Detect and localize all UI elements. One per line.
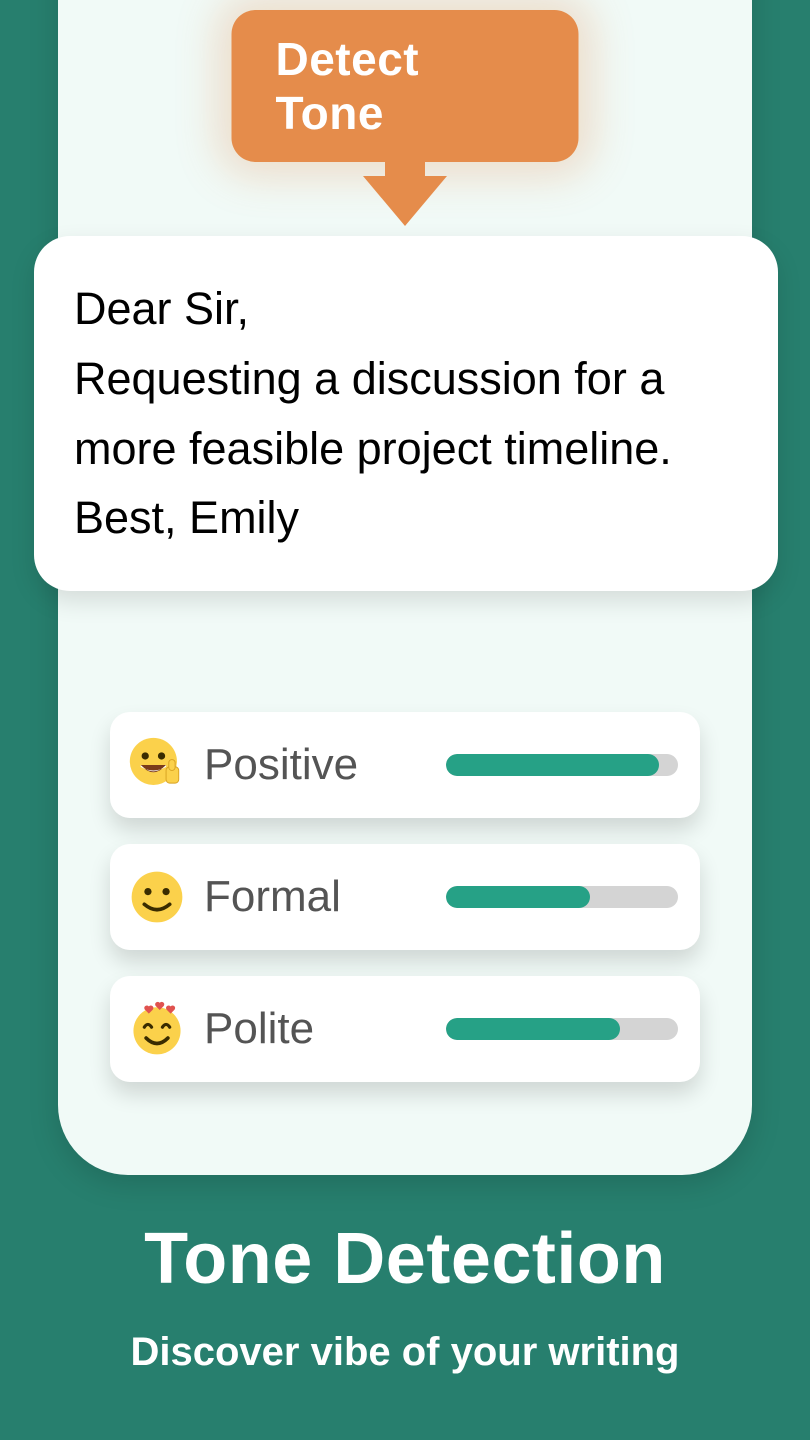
tone-progress: [446, 1018, 678, 1040]
phone-frame: Detect Tone Dear Sir, Requesting a discu…: [58, 0, 752, 1175]
tone-list: Positive Formal: [110, 712, 700, 1082]
arrow-down-icon: [370, 108, 440, 228]
page-title: Tone Detection: [0, 1218, 810, 1300]
smile-icon: [128, 868, 186, 926]
message-line: Dear Sir,: [74, 274, 738, 344]
tone-progress: [446, 754, 678, 776]
tone-row-polite: Polite: [110, 976, 700, 1082]
page-subtitle: Discover vibe of your writing: [0, 1330, 810, 1375]
tone-label: Formal: [204, 872, 446, 922]
happy-thumbs-icon: [128, 736, 186, 794]
hearts-face-icon: [128, 1000, 186, 1058]
message-line: Requesting a discussion for a more feasi…: [74, 344, 738, 484]
tone-label: Positive: [204, 740, 446, 790]
tone-row-positive: Positive: [110, 712, 700, 818]
tone-row-formal: Formal: [110, 844, 700, 950]
tone-label: Polite: [204, 1004, 446, 1054]
tone-progress-fill: [446, 1018, 620, 1040]
tone-progress-fill: [446, 886, 590, 908]
tone-progress: [446, 886, 678, 908]
message-card: Dear Sir, Requesting a discussion for a …: [34, 236, 778, 591]
tone-progress-fill: [446, 754, 659, 776]
message-line: Best, Emily: [74, 483, 738, 553]
